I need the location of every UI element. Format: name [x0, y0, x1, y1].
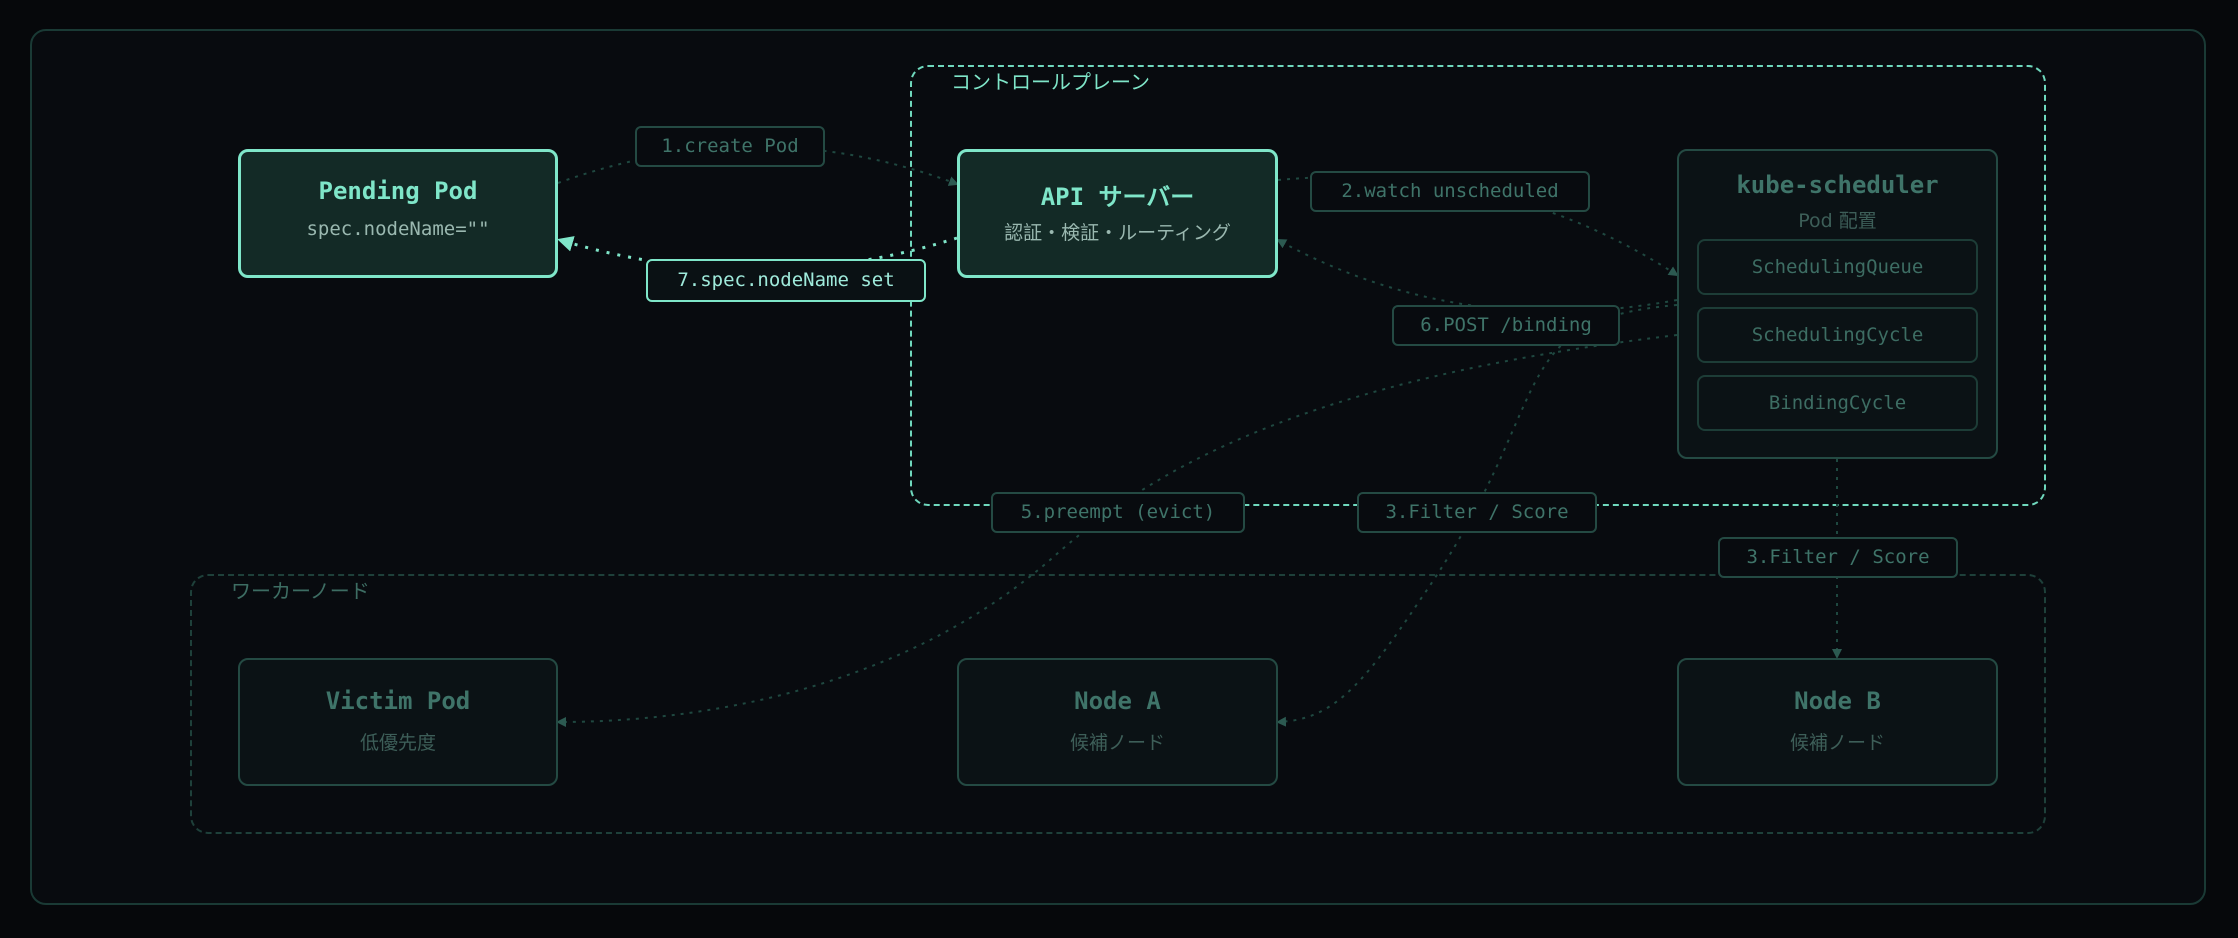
diagram-canvas: コントロールプレーン ワーカーノード Pending Pod spec.node…	[0, 0, 2238, 938]
edges-layer	[556, 145, 1842, 727]
edge-label-node-name-set: 7.spec.nodeName set	[646, 259, 926, 302]
scheduler-title: kube-scheduler	[1736, 171, 1939, 199]
edge-label-filter-score-b: 3.Filter / Score	[1718, 537, 1958, 578]
scheduler-subtitle: Pod 配置	[1798, 210, 1877, 232]
kube-scheduler-node: kube-scheduler Pod 配置 SchedulingQueue Sc…	[1677, 149, 1998, 459]
node-a-subtitle: 候補ノード	[1069, 732, 1165, 754]
scheduling-cycle-box: SchedulingCycle	[1697, 307, 1978, 363]
edge-post-binding	[1276, 239, 1678, 313]
api-server-node: API サーバー 認証・検証・ルーティング	[957, 149, 1278, 278]
node-b-subtitle: 候補ノード	[1789, 732, 1885, 754]
node-b-title: Node B	[1794, 687, 1881, 715]
victim-pod-title: Victim Pod	[325, 687, 471, 715]
edge-label-preempt: 5.preempt (evict)	[991, 492, 1245, 533]
node-a: Node A 候補ノード	[957, 658, 1278, 786]
edge-label-filter-score-a: 3.Filter / Score	[1357, 492, 1597, 533]
pending-pod-subtitle: spec.nodeName=""	[306, 218, 490, 240]
edge-label-watch-unscheduled: 2.watch unscheduled	[1310, 171, 1590, 212]
api-server-subtitle: 認証・検証・ルーティング	[1004, 222, 1231, 244]
edge-label-post-binding: 6.POST /binding	[1392, 305, 1620, 346]
victim-pod-node: Victim Pod 低優先度	[238, 658, 558, 786]
edge-label-create-pod: 1.create Pod	[635, 126, 825, 167]
node-a-title: Node A	[1074, 687, 1161, 715]
node-b: Node B 候補ノード	[1677, 658, 1998, 786]
pending-pod-title: Pending Pod	[318, 177, 478, 205]
victim-pod-subtitle: 低優先度	[359, 732, 436, 754]
pending-pod-node: Pending Pod spec.nodeName=""	[238, 149, 558, 278]
api-server-title: API サーバー	[1040, 183, 1195, 211]
scheduling-queue-box: SchedulingQueue	[1697, 239, 1978, 295]
binding-cycle-box: BindingCycle	[1697, 375, 1978, 431]
